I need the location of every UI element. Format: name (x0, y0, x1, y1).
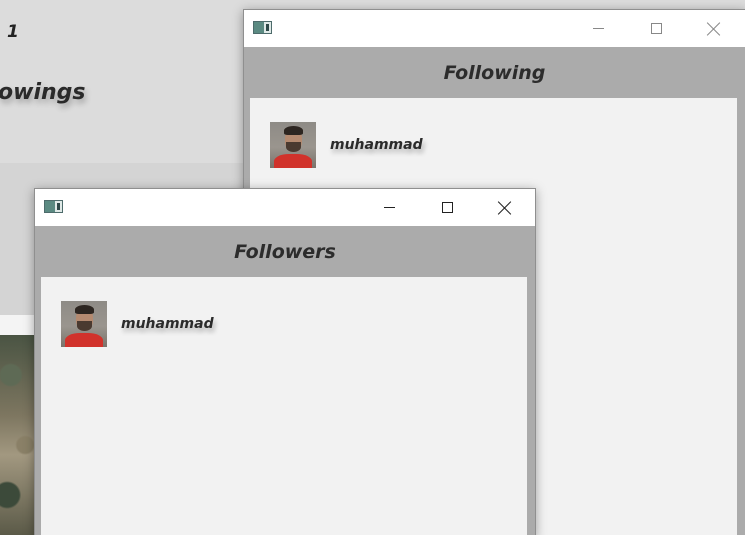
app-window-icon (44, 200, 63, 213)
page-heading-partial: owings (0, 80, 86, 105)
count-value: 1 (7, 22, 19, 42)
followers-body: muhammad (35, 277, 535, 535)
maximize-icon (441, 202, 453, 213)
close-button[interactable] (476, 189, 534, 226)
window-title: Following (443, 61, 546, 84)
maximize-button[interactable] (418, 189, 476, 226)
background-photo (0, 335, 36, 535)
minimize-button[interactable] (569, 10, 627, 47)
close-icon (707, 22, 721, 36)
close-icon (498, 201, 512, 215)
minimize-icon (592, 28, 604, 29)
avatar (270, 122, 316, 168)
minimize-button[interactable] (360, 189, 418, 226)
followers-header: Followers (35, 226, 535, 277)
following-titlebar[interactable] (244, 10, 745, 47)
username-label: muhammad (330, 137, 423, 153)
following-header: Following (244, 47, 745, 98)
close-button[interactable] (685, 10, 743, 47)
list-item[interactable]: muhammad (270, 122, 423, 168)
app-window-icon (253, 21, 272, 34)
avatar (61, 301, 107, 347)
maximize-button[interactable] (627, 10, 685, 47)
followers-window: Followers muhammad (34, 188, 536, 535)
followers-list: muhammad (41, 277, 527, 535)
followers-titlebar[interactable] (35, 189, 535, 226)
maximize-icon (650, 23, 662, 34)
window-title: Followers (234, 240, 336, 263)
list-item[interactable]: muhammad (61, 301, 214, 347)
minimize-icon (383, 207, 395, 208)
username-label: muhammad (121, 316, 214, 332)
